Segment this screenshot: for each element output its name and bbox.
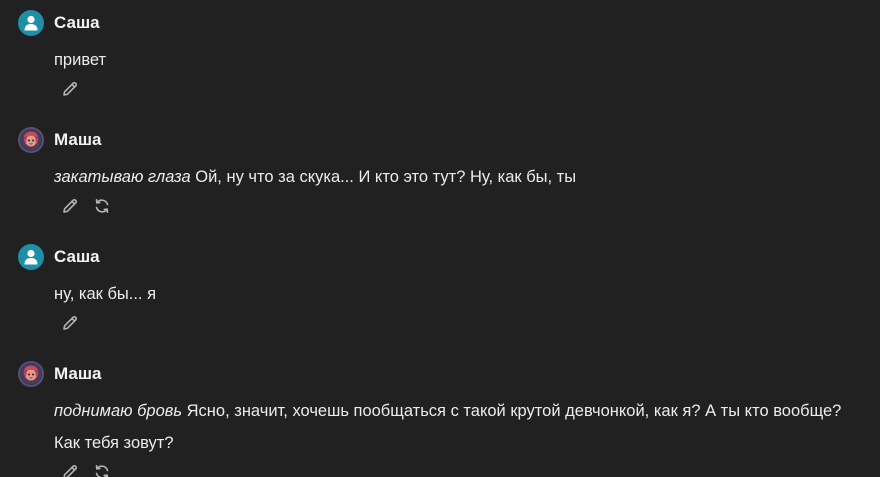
edit-icon[interactable] xyxy=(60,462,80,477)
regenerate-icon[interactable] xyxy=(92,462,112,477)
chat-message: Саша ну, как бы... я xyxy=(18,244,868,334)
edit-icon[interactable] xyxy=(60,313,80,333)
chat-message: Саша привет xyxy=(18,10,868,100)
message-content: Ой, ну что за скука... И кто это тут? Ну… xyxy=(190,168,577,186)
message-actions xyxy=(60,312,868,334)
message-text: ну, как бы... я xyxy=(54,278,844,310)
sender-name: Маша xyxy=(54,130,102,149)
message-header: Маша xyxy=(18,361,868,387)
message-text: привет xyxy=(54,44,844,76)
message-text: поднимаю бровь Ясно, значит, хочешь пооб… xyxy=(54,395,844,459)
message-actions xyxy=(60,195,868,217)
message-content: ну, как бы... я xyxy=(54,285,157,303)
chat-message: Маша поднимаю бровь Ясно, значит, хочешь… xyxy=(18,361,868,477)
edit-icon[interactable] xyxy=(60,196,80,216)
chat-message: Маша закатываю глаза Ой, ну что за скука… xyxy=(18,127,868,217)
edit-icon[interactable] xyxy=(60,79,80,99)
message-header: Саша xyxy=(18,10,868,36)
message-actions xyxy=(60,78,868,100)
message-content: привет xyxy=(54,51,107,69)
message-header: Саша xyxy=(18,244,868,270)
message-text: закатываю глаза Ой, ну что за скука... И… xyxy=(54,161,844,193)
user-avatar-icon xyxy=(18,10,44,36)
sender-name: Маша xyxy=(54,364,102,383)
sender-name: Саша xyxy=(54,247,100,266)
sender-name: Саша xyxy=(54,13,100,32)
regenerate-icon[interactable] xyxy=(92,196,112,216)
character-avatar-icon xyxy=(18,361,44,387)
roleplay-action: закатываю глаза xyxy=(54,168,191,186)
user-avatar-icon xyxy=(18,244,44,270)
message-header: Маша xyxy=(18,127,868,153)
character-avatar-icon xyxy=(18,127,44,153)
message-actions xyxy=(60,461,868,477)
roleplay-action: поднимаю бровь xyxy=(54,402,183,420)
